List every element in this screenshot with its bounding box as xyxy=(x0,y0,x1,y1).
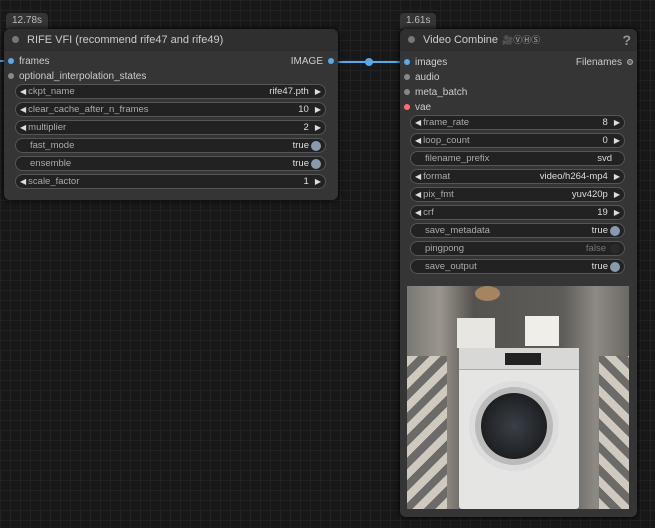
widget-loop-count[interactable]: ◀ loop_count 0 ▶ xyxy=(410,133,625,148)
title-text: RIFE VFI (recommend rife47 and rife49) xyxy=(27,33,224,46)
widget-filename-prefix[interactable]: filename_prefix svd xyxy=(410,151,625,166)
increment-arrow-icon[interactable]: ▶ xyxy=(614,118,620,127)
widget-label: crf xyxy=(423,207,434,218)
slot-dot-icon xyxy=(328,58,334,64)
output-filenames[interactable]: Filenames xyxy=(576,55,633,69)
widget-clear-cache-after-n-frames[interactable]: ◀ clear_cache_after_n_frames 10 ▶ xyxy=(15,102,326,117)
toggle-knob-icon[interactable] xyxy=(610,261,620,272)
widget-label: frame_rate xyxy=(423,117,470,128)
slot-label: images xyxy=(415,56,448,68)
rife-vfi-node[interactable]: RIFE VFI (recommend rife47 and rife49) f… xyxy=(4,29,338,200)
input-audio[interactable]: audio xyxy=(404,70,439,84)
increment-arrow-icon[interactable]: ▶ xyxy=(614,136,620,145)
input-optional-interpolation-states[interactable]: optional_interpolation_states xyxy=(8,69,146,83)
vhs-badge-icon: 🎥ⓋⒽⓈ xyxy=(502,35,541,45)
widget-value: 1 xyxy=(303,176,309,187)
video-combine-node[interactable]: Video Combine 🎥ⓋⒽⓈ? images audio meta_bat… xyxy=(400,29,637,517)
link-midpoint[interactable] xyxy=(365,58,373,66)
widget-label: ckpt_name xyxy=(28,86,75,97)
widget-label: pix_fmt xyxy=(423,189,454,200)
widget-ensemble[interactable]: ensemble true xyxy=(15,156,326,171)
widget-value: 19 xyxy=(597,207,608,218)
input-images[interactable]: images xyxy=(404,55,447,69)
node-title[interactable]: RIFE VFI (recommend rife47 and rife49) xyxy=(4,29,338,51)
video-preview[interactable] xyxy=(407,286,629,509)
widget-value: true xyxy=(292,158,309,169)
widget-label: scale_factor xyxy=(28,176,80,187)
widget-crf[interactable]: ◀ crf 19 ▶ xyxy=(410,205,625,220)
toggle-knob-icon[interactable] xyxy=(311,140,321,151)
widget-value: 2 xyxy=(303,122,309,133)
widget-label: pingpong xyxy=(425,243,465,254)
collapse-dot-icon[interactable] xyxy=(12,36,19,43)
exec-time-badge: 12.78s xyxy=(6,13,49,29)
slot-dot-icon xyxy=(627,59,633,65)
slot-dot-icon xyxy=(404,104,410,110)
increment-arrow-icon[interactable]: ▶ xyxy=(315,123,321,132)
slot-label: IMAGE xyxy=(290,55,323,67)
slot-dot-icon xyxy=(404,74,410,80)
widget-multiplier[interactable]: ◀ multiplier 2 ▶ xyxy=(15,120,326,135)
widget-value: svd xyxy=(597,153,612,164)
slot-label: optional_interpolation_states xyxy=(19,70,147,82)
widget-label: format xyxy=(423,171,451,182)
node-title[interactable]: Video Combine 🎥ⓋⒽⓈ? xyxy=(400,29,637,51)
slot-label: audio xyxy=(415,71,440,83)
output-image[interactable]: IMAGE xyxy=(291,54,334,68)
widget-value: false xyxy=(585,243,606,254)
widget-value: video/h264-mp4 xyxy=(539,171,608,182)
slot-dot-icon xyxy=(404,59,410,65)
input-meta-batch[interactable]: meta_batch xyxy=(404,85,467,99)
widget-label: fast_mode xyxy=(30,140,75,151)
widget-value: true xyxy=(591,261,608,272)
widget-label: multiplier xyxy=(28,122,67,133)
widget-value: 8 xyxy=(602,117,608,128)
toggle-knob-icon[interactable] xyxy=(311,158,321,169)
increment-arrow-icon[interactable]: ▶ xyxy=(315,105,321,114)
slot-label: frames xyxy=(19,55,50,67)
widget-value: yuv420p xyxy=(571,189,608,200)
widget-pingpong[interactable]: pingpong false xyxy=(410,241,625,256)
widget-pix-fmt[interactable]: ◀ pix_fmt yuv420p ▶ xyxy=(410,187,625,202)
widget-value: rife47.pth xyxy=(269,86,309,97)
increment-arrow-icon[interactable]: ▶ xyxy=(614,172,620,181)
widget-scale-factor[interactable]: ◀ scale_factor 1 ▶ xyxy=(15,174,326,189)
title-text: Video Combine xyxy=(423,33,499,46)
toggle-knob-icon[interactable] xyxy=(610,243,620,254)
widget-label: clear_cache_after_n_frames xyxy=(28,104,149,115)
slot-label: vae xyxy=(415,101,432,113)
widget-label: save_output xyxy=(425,261,477,272)
increment-arrow-icon[interactable]: ▶ xyxy=(315,87,321,96)
widget-label: ensemble xyxy=(30,158,72,169)
widget-format[interactable]: ◀ format video/h264-mp4 ▶ xyxy=(410,169,625,184)
widget-label: loop_count xyxy=(423,135,470,146)
collapse-dot-icon[interactable] xyxy=(408,36,415,43)
input-frames[interactable]: frames xyxy=(8,54,50,68)
slot-dot-icon xyxy=(8,58,14,64)
slot-dot-icon xyxy=(8,73,14,79)
widget-fast-mode[interactable]: fast_mode true xyxy=(15,138,326,153)
help-icon[interactable]: ? xyxy=(622,32,631,48)
widget-save-output[interactable]: save_output true xyxy=(410,259,625,274)
widget-frame-rate[interactable]: ◀ frame_rate 8 ▶ xyxy=(410,115,625,130)
increment-arrow-icon[interactable]: ▶ xyxy=(614,190,620,199)
slot-dot-icon xyxy=(404,89,410,95)
widget-value: true xyxy=(591,225,608,236)
exec-time-badge: 1.61s xyxy=(400,13,437,29)
widget-value: true xyxy=(292,140,309,151)
slot-label: Filenames xyxy=(575,56,622,68)
widget-label: filename_prefix xyxy=(425,153,490,164)
widget-value: 10 xyxy=(298,104,309,115)
widget-ckpt-name[interactable]: ◀ ckpt_name rife47.pth ▶ xyxy=(15,84,326,99)
increment-arrow-icon[interactable]: ▶ xyxy=(614,208,620,217)
increment-arrow-icon[interactable]: ▶ xyxy=(315,177,321,186)
toggle-knob-icon[interactable] xyxy=(610,225,620,236)
slot-label: meta_batch xyxy=(415,86,468,98)
input-vae[interactable]: vae xyxy=(404,100,431,114)
widget-label: save_metadata xyxy=(425,225,490,236)
widget-save-metadata[interactable]: save_metadata true xyxy=(410,223,625,238)
widget-value: 0 xyxy=(602,135,608,146)
